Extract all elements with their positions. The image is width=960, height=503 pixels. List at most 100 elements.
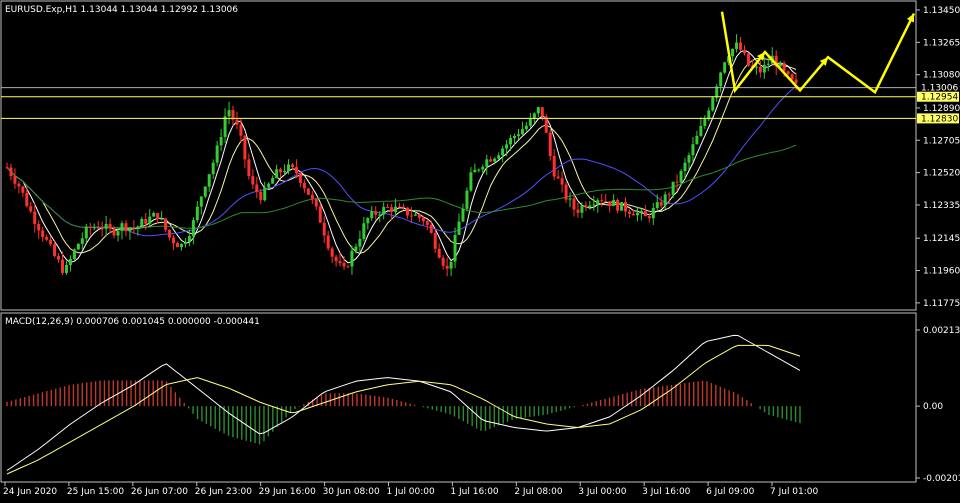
candle-body (183, 242, 187, 245)
candle-body (731, 48, 735, 57)
candle-body (322, 222, 326, 236)
candle-body (433, 232, 437, 249)
candle-body (635, 212, 639, 216)
candle-body (405, 207, 409, 216)
candle-body (187, 236, 191, 243)
candle-body (247, 159, 251, 177)
candle-body (624, 202, 628, 212)
candle-body (703, 119, 707, 126)
candle-body (223, 116, 227, 137)
candle-body (318, 206, 322, 223)
candle-body (283, 170, 287, 173)
candle-body (5, 167, 9, 169)
candle-body (671, 181, 675, 196)
candle-body (604, 201, 608, 203)
time-tick-label: 3 Jul 16:00 (642, 487, 691, 497)
candle-body (758, 66, 762, 73)
candle-body (691, 144, 695, 156)
time-tick-label: 30 Jun 08:00 (323, 487, 380, 497)
candle-body (243, 135, 247, 160)
candle-body (290, 164, 294, 168)
candle-body (80, 238, 84, 244)
candle-body (528, 118, 532, 126)
candle-body (72, 249, 76, 259)
candle-body (699, 125, 703, 136)
candle-body (140, 219, 144, 227)
candle-body (746, 53, 750, 66)
candle-body (9, 167, 13, 177)
candle-body (294, 167, 298, 174)
candle-body (592, 204, 596, 206)
candle-body (655, 202, 659, 209)
candle-body (643, 211, 647, 217)
price-tick-label: 1.11775 (923, 299, 960, 309)
candle-body (211, 162, 215, 175)
candle-body (330, 248, 334, 257)
candle-body (235, 119, 239, 125)
candle-body (76, 243, 80, 250)
macd-tick-label: 0.002131 (923, 326, 960, 336)
candle-body (437, 248, 441, 258)
trading-chart-window: 1.13006 1.12954 1.12830 EURUSD.Exp,H1 1.13… (0, 0, 960, 499)
level-label-text: 1.12954 (921, 93, 958, 103)
candle-body (679, 171, 683, 183)
candle-body (29, 206, 33, 212)
candle-body (259, 191, 263, 201)
candle-body (132, 227, 136, 229)
candle-body (195, 206, 199, 221)
candle-body (136, 226, 140, 229)
candle-body (548, 132, 552, 157)
candle-body (588, 205, 592, 208)
candle-body (445, 265, 449, 269)
chart-background (0, 0, 960, 499)
price-tick-label: 1.12520 (923, 169, 960, 179)
time-tick-label: 3 Jul 00:00 (578, 487, 627, 497)
candle-body (306, 188, 310, 195)
main-header-text: EURUSD.Exp,H1 1.13044 1.13044 1.12992 1.… (5, 5, 238, 15)
chart-canvas[interactable]: 1.130061.129541.12830 EURUSD.Exp,H1 1.13… (0, 0, 960, 499)
candle-body (215, 145, 219, 163)
candle-body (719, 72, 723, 87)
candle-body (108, 223, 112, 229)
candle-body (576, 209, 580, 213)
candle-body (659, 202, 663, 206)
time-tick-label: 26 Jun 23:00 (195, 487, 252, 497)
candle-body (219, 136, 223, 146)
candle-body (370, 211, 374, 219)
candle-body (735, 42, 739, 49)
candle-body (707, 110, 711, 120)
candle-body (568, 198, 572, 200)
candle-body (116, 231, 120, 236)
candle-body (695, 135, 699, 145)
price-tick-label: 1.13265 (923, 38, 960, 48)
candle-body (449, 261, 453, 269)
level-label-text: 1.12830 (921, 114, 958, 124)
time-tick-label: 6 Jul 09:00 (706, 487, 755, 497)
candle-body (513, 135, 517, 138)
candle-body (647, 216, 651, 219)
candle-body (425, 221, 429, 225)
candle-body (417, 214, 421, 218)
candle-body (124, 223, 128, 232)
candle-body (639, 211, 643, 213)
time-tick-label: 25 Jun 15:00 (67, 487, 124, 497)
candle-body (469, 172, 473, 191)
candle-body (148, 216, 152, 224)
price-tick-label: 1.11960 (923, 267, 960, 277)
time-tick-label: 24 Jun 2020 (3, 487, 57, 497)
candle-body (723, 62, 727, 73)
candle-body (175, 243, 179, 248)
candle-body (489, 159, 493, 162)
candle-body (402, 206, 405, 208)
candle-body (57, 256, 61, 260)
candle-body (112, 228, 116, 236)
candle-body (631, 213, 635, 216)
candle-body (41, 230, 45, 238)
candle-body (350, 250, 354, 267)
candle-body (485, 159, 489, 167)
candle-body (505, 144, 509, 149)
candle-body (754, 66, 758, 68)
candle-body (362, 223, 366, 239)
candle-body (429, 224, 433, 233)
candle-body (179, 244, 183, 248)
